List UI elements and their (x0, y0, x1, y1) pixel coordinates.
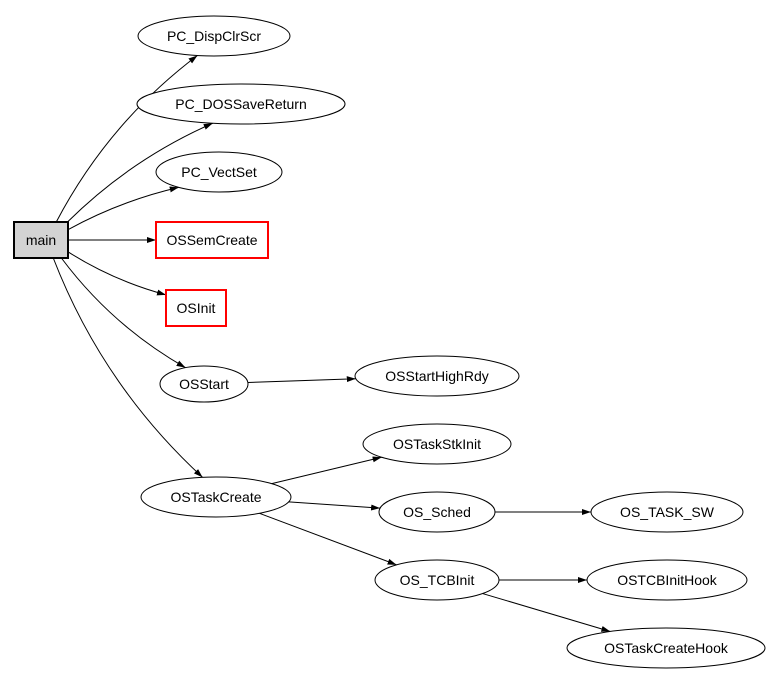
edge-OSStart-OSStartHighRdy (248, 379, 356, 383)
node-PC_DispClrScr (138, 16, 290, 56)
node-OSTCBInitHook (587, 560, 747, 600)
node-OSInit (166, 290, 226, 326)
edge-OS_TCBInit-OSTaskCreateHook (483, 594, 611, 632)
node-OSStart (160, 366, 248, 402)
callgraph-canvas (0, 0, 776, 691)
node-OS_TASK_SW (591, 492, 743, 532)
node-OSTaskCreateHook (567, 628, 765, 668)
edge-OSTaskCreate-OSTaskStkInit (272, 457, 382, 483)
node-OSTaskCreate (141, 477, 291, 517)
node-OSSemCreate (156, 222, 268, 258)
node-OSStartHighRdy (355, 356, 519, 396)
edge-main-OSInit (68, 252, 166, 295)
node-PC_DOSSaveReturn (137, 84, 345, 124)
node-OSTaskStkInit (363, 424, 511, 464)
edge-OSTaskCreate-OS_Sched (289, 502, 380, 508)
node-OS_TCBInit (375, 560, 499, 600)
node-OS_Sched (379, 492, 495, 532)
edge-OSTaskCreate-OS_TCBInit (259, 513, 396, 565)
edge-main-PC_DispClrScr (56, 56, 197, 222)
node-PC_VectSet (156, 152, 282, 192)
node-main (14, 222, 68, 258)
